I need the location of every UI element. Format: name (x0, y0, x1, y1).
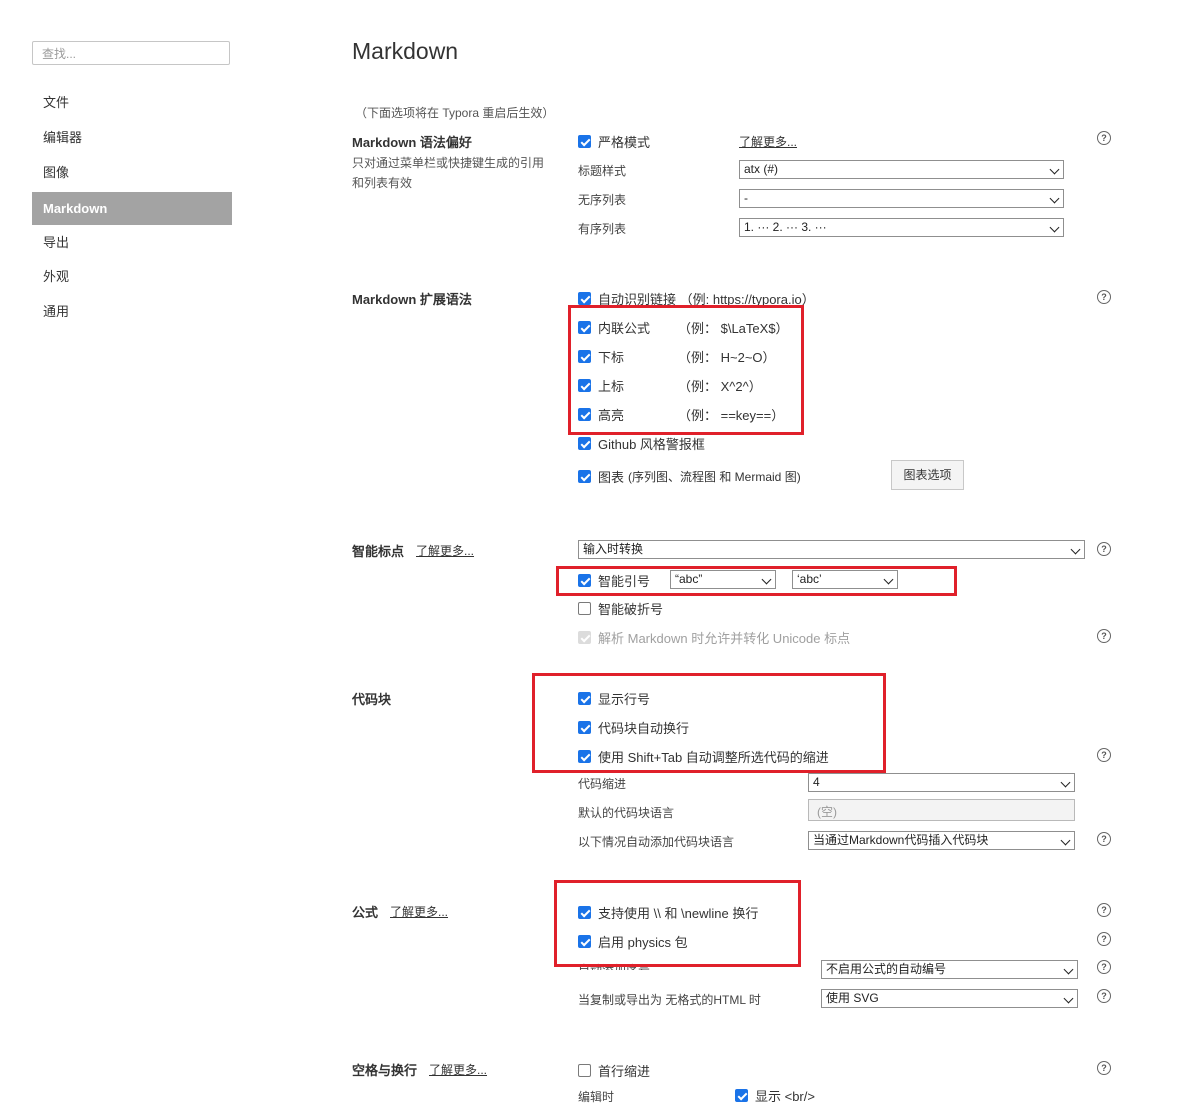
help-icon[interactable]: ? (1097, 290, 1111, 304)
help-icon[interactable]: ? (1097, 989, 1111, 1003)
chevron-down-icon (1049, 222, 1060, 233)
diagrams-label: 图表 (598, 470, 625, 485)
sidebar-item-editor[interactable]: 编辑器 (32, 121, 232, 154)
github-alerts-option[interactable]: Github 风格警报框 (578, 434, 705, 453)
learn-more-link-punct[interactable]: 了解更多... (416, 542, 474, 559)
heading-style-label: 标题样式 (578, 164, 627, 178)
copy-export-label: 当复制或导出为 无格式的HTML 时 (578, 993, 761, 1007)
learn-more-link-math[interactable]: 了解更多... (390, 903, 448, 920)
search-input[interactable]: 查找... (32, 41, 230, 65)
help-icon[interactable]: ? (1097, 131, 1111, 145)
annotation-box (568, 305, 804, 435)
code-indent-select[interactable]: 4 (808, 773, 1075, 792)
smart-dash-label: 智能破折号 (598, 602, 664, 617)
chevron-down-icon (1060, 835, 1071, 846)
learn-more-link-whitespace[interactable]: 了解更多... (429, 1061, 487, 1078)
strict-mode-option[interactable]: 严格模式 (578, 132, 650, 151)
help-icon[interactable]: ? (1097, 629, 1111, 643)
sidebar-item-markdown[interactable]: Markdown (32, 192, 232, 225)
unicode-punct-checkbox (578, 631, 591, 644)
unicode-punct-label: 解析 Markdown 时允许并转化 Unicode 标点 (598, 631, 851, 646)
help-icon[interactable]: ? (1097, 748, 1111, 762)
help-icon[interactable]: ? (1097, 1061, 1111, 1075)
smart-dash-checkbox[interactable] (578, 602, 591, 615)
extended-syntax-title: Markdown 扩展语法 (352, 292, 472, 307)
unordered-list-label: 无序列表 (578, 193, 627, 207)
unicode-punct-option: 解析 Markdown 时允许并转化 Unicode 标点 (578, 628, 850, 647)
help-icon[interactable]: ? (1097, 932, 1111, 946)
ordered-list-label: 有序列表 (578, 222, 627, 236)
help-icon[interactable]: ? (1097, 832, 1111, 846)
first-line-indent-label: 首行缩进 (598, 1064, 651, 1079)
auto-number-select[interactable]: 不启用公式的自动编号 (821, 960, 1078, 979)
smart-punct-title: 智能标点 (352, 544, 405, 559)
chevron-down-icon (1063, 993, 1074, 1004)
learn-more-link-syntax[interactable]: 了解更多... (739, 133, 797, 150)
editing-label: 编辑时 (578, 1090, 615, 1104)
code-block-title: 代码块 (352, 692, 392, 707)
chevron-down-icon (1070, 544, 1081, 555)
unordered-list-select[interactable]: - (739, 189, 1064, 208)
default-lang-input[interactable]: (空) (808, 799, 1075, 821)
syntax-pref-desc: 只对通过菜单栏或快捷键生成的引用和列表有效 (352, 156, 545, 190)
github-alerts-checkbox[interactable] (578, 437, 591, 450)
show-br-label: 显示 <br/> (755, 1089, 815, 1104)
sidebar-item-image[interactable]: 图像 (32, 156, 232, 189)
diagrams-note: (序列图、流程图 和 Mermaid 图) (628, 470, 801, 484)
diagrams-checkbox[interactable] (578, 470, 591, 483)
autolink-checkbox[interactable] (578, 292, 591, 305)
math-title: 公式 (352, 905, 379, 920)
show-br-option[interactable]: 显示 <br/> (735, 1086, 815, 1105)
strict-mode-label: 严格模式 (598, 135, 651, 150)
annotation-box (556, 566, 957, 596)
whitespace-title: 空格与换行 (352, 1063, 418, 1078)
syntax-pref-title: Markdown 语法偏好 (352, 135, 472, 150)
strict-mode-checkbox[interactable] (578, 135, 591, 148)
auto-lang-label: 以下情况自动添加代码块语言 (578, 835, 735, 849)
restart-note: （下面选项将在 Typora 重启后生效） (355, 106, 555, 120)
help-icon[interactable]: ? (1097, 542, 1111, 556)
first-line-indent-option[interactable]: 首行缩进 (578, 1061, 650, 1080)
annotation-box (532, 673, 886, 773)
show-br-checkbox[interactable] (735, 1089, 748, 1102)
diagrams-option[interactable]: 图表 (序列图、流程图 和 Mermaid 图) (578, 467, 801, 486)
help-icon[interactable]: ? (1097, 960, 1111, 974)
smart-punct-mode-select[interactable]: 输入时转换 (578, 540, 1085, 559)
sidebar-item-export[interactable]: 导出 (32, 226, 232, 259)
annotation-box (554, 880, 801, 967)
sidebar-item-general[interactable]: 通用 (32, 295, 232, 328)
sidebar-item-file[interactable]: 文件 (32, 86, 232, 119)
auto-lang-select[interactable]: 当通过Markdown代码插入代码块 (808, 831, 1075, 850)
diagram-options-button[interactable]: 图表选项 (891, 460, 964, 490)
chevron-down-icon (1049, 193, 1060, 204)
chevron-down-icon (1063, 964, 1074, 975)
heading-style-select[interactable]: atx (#) (739, 160, 1064, 179)
chevron-down-icon (1049, 164, 1060, 175)
smart-dash-option[interactable]: 智能破折号 (578, 599, 663, 618)
page-title: Markdown (352, 38, 459, 64)
copy-export-select[interactable]: 使用 SVG (821, 989, 1078, 1008)
code-indent-label: 代码缩进 (578, 777, 627, 791)
github-alerts-label: Github 风格警报框 (598, 437, 705, 452)
default-lang-label: 默认的代码块语言 (578, 806, 675, 820)
help-icon[interactable]: ? (1097, 903, 1111, 917)
first-line-indent-checkbox[interactable] (578, 1064, 591, 1077)
ordered-list-select[interactable]: 1. ··· 2. ··· 3. ··· (739, 218, 1064, 237)
sidebar-item-appearance[interactable]: 外观 (32, 260, 232, 293)
chevron-down-icon (1060, 777, 1071, 788)
